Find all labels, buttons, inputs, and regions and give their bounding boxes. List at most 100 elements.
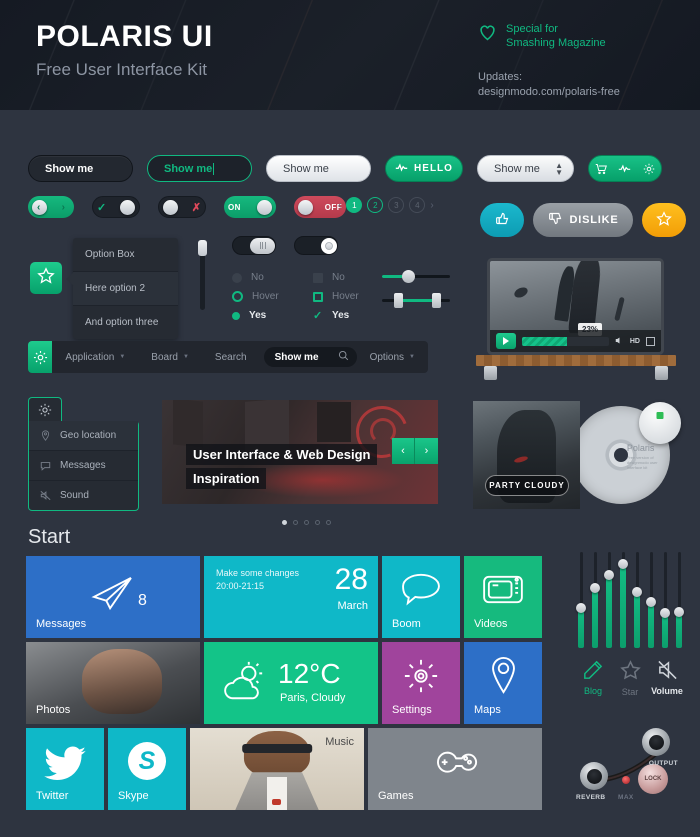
radio-row-yes[interactable]: Yes: [232, 306, 279, 325]
reverb-jack[interactable]: [580, 762, 608, 790]
banner-next-button[interactable]: ›: [415, 438, 438, 464]
icon-item-star[interactable]: Star: [613, 660, 647, 697]
cart-icon[interactable]: [595, 163, 607, 175]
banner-dot-4[interactable]: [315, 520, 320, 525]
favorite-button[interactable]: [642, 203, 686, 237]
nav-item-options[interactable]: Options ▼: [357, 352, 428, 363]
radio-icon-hover[interactable]: [232, 291, 243, 302]
output-jack[interactable]: [642, 728, 670, 756]
banner-slider[interactable]: User Interface & Web Design Inspiration …: [162, 400, 438, 504]
geo-menu-item-sound[interactable]: Sound: [29, 481, 138, 510]
pulse-icon[interactable]: [618, 164, 631, 173]
dislike-button[interactable]: DISLIKE: [533, 203, 633, 237]
icon-button-group[interactable]: [588, 155, 662, 182]
equalizer-channel-8[interactable]: [674, 552, 684, 648]
gear-icon[interactable]: [28, 341, 53, 373]
equalizer-channel-6[interactable]: [646, 552, 656, 648]
tile-calendar[interactable]: Make some changes 20:00-21:15 28 March: [204, 556, 378, 638]
hello-button[interactable]: HELLO: [385, 155, 463, 182]
show-me-white-button[interactable]: Show me: [266, 155, 371, 182]
play-icon[interactable]: [496, 333, 516, 349]
nav-item-search[interactable]: Search: [202, 352, 260, 363]
equalizer-knob[interactable]: [604, 570, 614, 581]
equalizer-knob[interactable]: [660, 608, 670, 619]
gear-icon[interactable]: [28, 397, 62, 421]
horizontal-slider-range[interactable]: [382, 293, 450, 308]
geo-menu-item-messages[interactable]: Messages: [29, 451, 138, 481]
nav-item-application[interactable]: Application ▼: [52, 352, 138, 363]
radio-icon-on[interactable]: [232, 311, 240, 320]
banner-dot-1[interactable]: [282, 520, 287, 525]
search-icon[interactable]: [338, 350, 349, 364]
nav-item-board[interactable]: Board ▼: [138, 352, 202, 363]
equalizer-channel-2[interactable]: [590, 552, 600, 648]
hd-badge[interactable]: HD: [630, 338, 640, 345]
toggle-knob[interactable]: [163, 199, 178, 215]
tile-messages[interactable]: 8 Messages: [26, 556, 200, 638]
banner-prev-button[interactable]: ‹: [392, 438, 415, 464]
pagination-page-2[interactable]: 2: [367, 197, 384, 213]
toggle-knob[interactable]: [120, 199, 135, 215]
volume-icon[interactable]: [615, 332, 624, 350]
equalizer-knob[interactable]: [632, 587, 642, 598]
show-me-input[interactable]: Show me: [147, 155, 252, 182]
pagination-next[interactable]: ›: [430, 200, 433, 211]
tile-music[interactable]: Music: [190, 728, 364, 810]
toggle-knob[interactable]: [257, 199, 272, 215]
banner-dot-2[interactable]: [293, 520, 298, 525]
switch-striped[interactable]: [232, 236, 276, 255]
x-toggle[interactable]: ✗: [158, 196, 206, 218]
tile-maps[interactable]: Maps: [464, 642, 542, 724]
tile-videos[interactable]: Videos: [464, 556, 542, 638]
option-item-1[interactable]: Option Box: [73, 238, 178, 272]
switch-knob[interactable]: [250, 237, 275, 254]
checkbox-icon-hover[interactable]: [313, 291, 323, 302]
equalizer-knob[interactable]: [590, 583, 600, 594]
vertical-slider[interactable]: [198, 240, 207, 310]
pagination-page-1[interactable]: 1: [346, 197, 363, 213]
icon-item-volume[interactable]: Volume: [650, 660, 684, 697]
show-me-select[interactable]: Show me ▲ ▼: [477, 155, 574, 182]
pagination-page-3[interactable]: 3: [388, 197, 405, 213]
check-toggle[interactable]: ✓: [92, 196, 140, 218]
horizontal-slider-single[interactable]: [382, 270, 450, 283]
icon-item-blog[interactable]: Blog: [576, 660, 610, 697]
tile-games[interactable]: Games: [368, 728, 542, 810]
switch-round[interactable]: [294, 236, 338, 255]
pagination-prev[interactable]: ‹: [338, 200, 341, 211]
tile-weather[interactable]: 12°C Paris, Cloudy: [204, 642, 378, 724]
gear-icon[interactable]: [643, 163, 655, 175]
banner-dot-5[interactable]: [326, 520, 331, 525]
search-input[interactable]: Show me: [263, 347, 357, 367]
option-item-2[interactable]: Here option 2: [73, 272, 178, 306]
tile-boom[interactable]: Boom: [382, 556, 460, 638]
tile-settings[interactable]: Settings: [382, 642, 460, 724]
equalizer-channel-1[interactable]: [576, 552, 586, 648]
toggle-knob[interactable]: [298, 199, 313, 215]
pagination-page-4[interactable]: 4: [409, 197, 426, 213]
radio-row-hover[interactable]: Hover: [232, 287, 279, 306]
checkbox-row-no[interactable]: No: [313, 268, 359, 287]
checkbox-row-yes[interactable]: ✓ Yes: [313, 306, 359, 325]
checkbox-icon-off[interactable]: [313, 272, 323, 283]
show-me-dark-button[interactable]: Show me: [28, 155, 133, 182]
slider-knob-left[interactable]: [394, 293, 403, 308]
equalizer-channel-4[interactable]: [618, 552, 628, 648]
slider-knob-right[interactable]: [432, 293, 441, 308]
checkbox-icon-on[interactable]: ✓: [313, 310, 323, 321]
equalizer-knob[interactable]: [674, 606, 684, 617]
geo-menu-item-geo-location[interactable]: Geo location: [29, 421, 138, 451]
tile-twitter[interactable]: Twitter: [26, 728, 104, 810]
power-knob[interactable]: [639, 402, 681, 444]
video-progress-bar[interactable]: [522, 336, 609, 346]
equalizer-channel-3[interactable]: [604, 552, 614, 648]
lock-button[interactable]: LOCK: [638, 764, 668, 794]
video-player[interactable]: 23% HD: [487, 258, 664, 355]
equalizer-knob[interactable]: [576, 602, 586, 613]
banner-dot-3[interactable]: [304, 520, 309, 525]
equalizer-channel-7[interactable]: [660, 552, 670, 648]
radio-icon-off[interactable]: [232, 272, 242, 283]
equalizer-knob[interactable]: [618, 558, 628, 569]
fullscreen-icon[interactable]: [646, 336, 655, 346]
star-square-button[interactable]: [30, 262, 62, 294]
